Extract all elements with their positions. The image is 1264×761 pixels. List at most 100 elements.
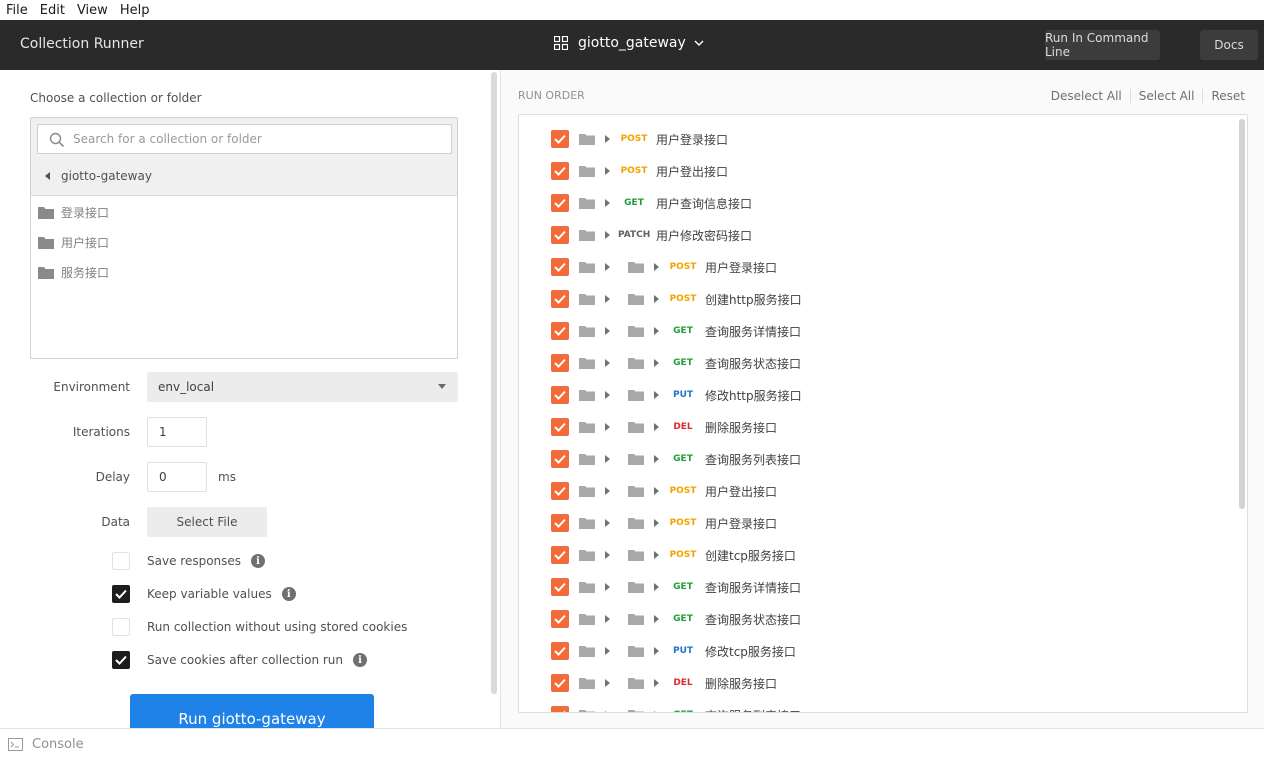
request-row[interactable]: PUT 修改http服务接口	[551, 385, 802, 405]
request-checkbox[interactable]	[551, 258, 569, 276]
request-checkbox[interactable]	[551, 130, 569, 148]
expand-arrow-icon[interactable]	[605, 231, 610, 239]
request-row[interactable]: DEL 删除服务接口	[551, 417, 777, 437]
folder-item[interactable]: 登录接口	[38, 204, 109, 221]
request-row[interactable]: POST 创建tcp服务接口	[551, 545, 796, 565]
request-checkbox[interactable]	[551, 610, 569, 628]
request-row[interactable]: GET 查询服务列表接口	[551, 705, 801, 712]
console-toggle[interactable]: Console	[8, 737, 84, 752]
expand-arrow-icon[interactable]	[605, 167, 610, 175]
expand-arrow-icon[interactable]	[605, 263, 610, 271]
expand-arrow-icon[interactable]	[605, 679, 610, 687]
menu-help[interactable]: Help	[120, 3, 150, 18]
expand-arrow-icon[interactable]	[605, 519, 610, 527]
no-stored-cookies-checkbox[interactable]	[112, 618, 130, 636]
request-row[interactable]: GET 查询服务状态接口	[551, 609, 801, 629]
request-row[interactable]: GET 查询服务列表接口	[551, 449, 801, 469]
request-row[interactable]: POST 创建http服务接口	[551, 289, 802, 309]
save-cookies-option[interactable]: Save cookies after collection run i	[112, 651, 368, 669]
collection-search[interactable]	[37, 124, 452, 154]
keep-variable-values-option[interactable]: Keep variable values i	[112, 585, 296, 603]
request-row[interactable]: GET 查询服务状态接口	[551, 353, 801, 373]
request-checkbox[interactable]	[551, 706, 569, 712]
request-checkbox[interactable]	[551, 450, 569, 468]
menu-file[interactable]: File	[6, 3, 28, 18]
request-checkbox[interactable]	[551, 546, 569, 564]
run-in-command-line-button[interactable]: Run In Command Line	[1045, 30, 1160, 60]
deselect-all-link[interactable]: Deselect All	[1043, 89, 1130, 103]
search-input[interactable]	[73, 125, 443, 153]
request-row[interactable]: DEL 删除服务接口	[551, 673, 777, 693]
expand-arrow-icon[interactable]	[654, 583, 659, 591]
expand-arrow-icon[interactable]	[605, 295, 610, 303]
expand-arrow-icon[interactable]	[605, 583, 610, 591]
expand-arrow-icon[interactable]	[654, 647, 659, 655]
keep-variable-values-checkbox[interactable]	[112, 585, 130, 603]
expand-arrow-icon[interactable]	[654, 615, 659, 623]
expand-arrow-icon[interactable]	[654, 295, 659, 303]
info-icon[interactable]: i	[251, 554, 266, 568]
request-row[interactable]: PATCH 用户修改密码接口	[551, 225, 752, 245]
request-row[interactable]: POST 用户登出接口	[551, 161, 728, 181]
request-checkbox[interactable]	[551, 578, 569, 596]
request-row[interactable]: GET 用户查询信息接口	[551, 193, 752, 213]
expand-arrow-icon[interactable]	[605, 487, 610, 495]
request-checkbox[interactable]	[551, 322, 569, 340]
request-checkbox[interactable]	[551, 514, 569, 532]
request-row[interactable]: GET 查询服务详情接口	[551, 321, 801, 341]
environment-select[interactable]: env_local	[147, 372, 458, 402]
folder-item[interactable]: 用户接口	[38, 234, 109, 251]
request-row[interactable]: POST 用户登录接口	[551, 513, 777, 533]
select-file-button[interactable]: Select File	[147, 507, 267, 537]
expand-arrow-icon[interactable]	[605, 391, 610, 399]
expand-arrow-icon[interactable]	[605, 455, 610, 463]
request-checkbox[interactable]	[551, 354, 569, 372]
expand-arrow-icon[interactable]	[605, 711, 610, 712]
expand-arrow-icon[interactable]	[605, 199, 610, 207]
breadcrumb[interactable]: giotto-gateway	[45, 169, 152, 183]
request-checkbox[interactable]	[551, 386, 569, 404]
request-checkbox[interactable]	[551, 162, 569, 180]
menu-view[interactable]: View	[77, 3, 108, 18]
expand-arrow-icon[interactable]	[605, 359, 610, 367]
save-responses-checkbox[interactable]	[112, 552, 130, 570]
expand-arrow-icon[interactable]	[605, 647, 610, 655]
info-icon[interactable]: i	[353, 653, 368, 667]
request-checkbox[interactable]	[551, 226, 569, 244]
expand-arrow-icon[interactable]	[654, 359, 659, 367]
save-cookies-checkbox[interactable]	[112, 651, 130, 669]
left-panel-scrollbar[interactable]	[491, 72, 497, 694]
request-row[interactable]: PUT 修改tcp服务接口	[551, 641, 796, 661]
request-checkbox[interactable]	[551, 418, 569, 436]
expand-arrow-icon[interactable]	[654, 391, 659, 399]
expand-arrow-icon[interactable]	[654, 423, 659, 431]
docs-button[interactable]: Docs	[1200, 30, 1258, 60]
expand-arrow-icon[interactable]	[654, 327, 659, 335]
delay-input[interactable]: 0	[147, 462, 207, 492]
iterations-input[interactable]: 1	[147, 417, 207, 447]
no-stored-cookies-option[interactable]: Run collection without using stored cook…	[112, 618, 407, 636]
request-checkbox[interactable]	[551, 642, 569, 660]
request-row[interactable]: POST 用户登录接口	[551, 257, 777, 277]
info-icon[interactable]: i	[281, 587, 296, 601]
run-order-scrollbar[interactable]	[1239, 119, 1245, 509]
request-checkbox[interactable]	[551, 194, 569, 212]
request-checkbox[interactable]	[551, 674, 569, 692]
expand-arrow-icon[interactable]	[654, 519, 659, 527]
run-collection-button[interactable]: Run giotto-gateway	[130, 694, 374, 728]
request-row[interactable]: POST 用户登出接口	[551, 481, 777, 501]
request-checkbox[interactable]	[551, 290, 569, 308]
folder-item[interactable]: 服务接口	[38, 264, 109, 281]
expand-arrow-icon[interactable]	[605, 423, 610, 431]
expand-arrow-icon[interactable]	[605, 327, 610, 335]
collection-switcher[interactable]: giotto_gateway	[554, 35, 714, 51]
menu-edit[interactable]: Edit	[40, 3, 65, 18]
expand-arrow-icon[interactable]	[654, 551, 659, 559]
request-checkbox[interactable]	[551, 482, 569, 500]
expand-arrow-icon[interactable]	[654, 455, 659, 463]
expand-arrow-icon[interactable]	[605, 135, 610, 143]
reset-link[interactable]: Reset	[1202, 89, 1245, 103]
expand-arrow-icon[interactable]	[605, 551, 610, 559]
expand-arrow-icon[interactable]	[654, 679, 659, 687]
expand-arrow-icon[interactable]	[654, 711, 659, 712]
